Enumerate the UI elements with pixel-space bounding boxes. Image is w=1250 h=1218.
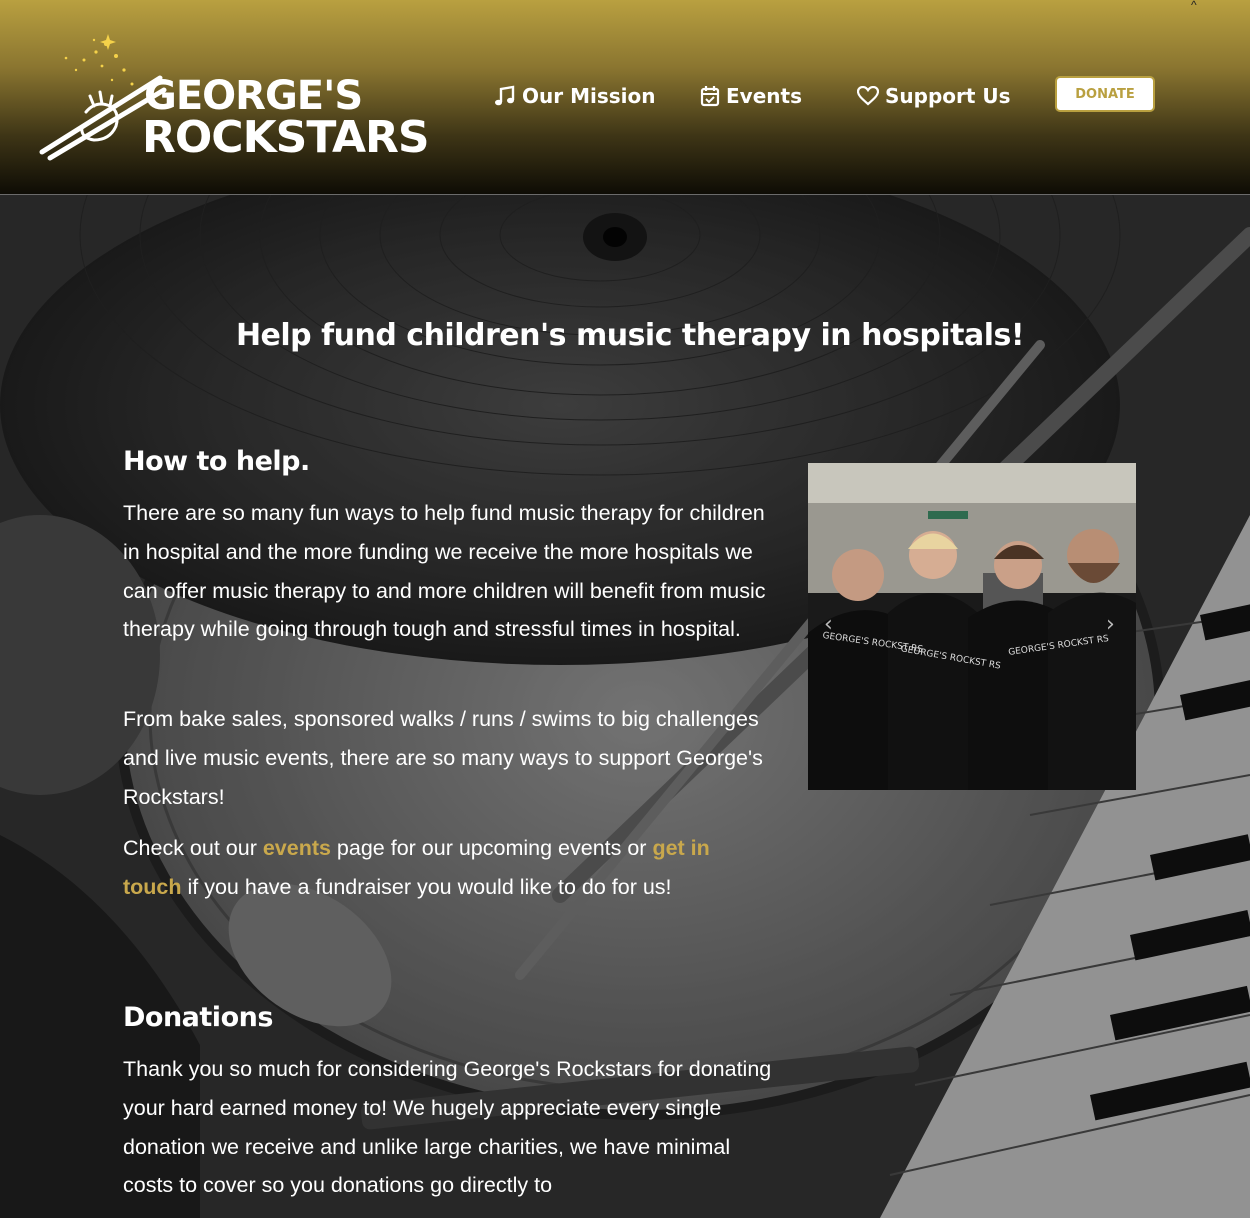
carousel-photo [808,463,1136,790]
donations-paragraph: Thank you so much for considering George… [123,1057,772,1198]
logo-text-line1: GEORGE'S [144,73,363,119]
donations-heading: Donations [123,1002,273,1033]
site-header: ^ GEORGE'S ROCKSTARS Our Mission Events … [0,0,1250,195]
site-logo[interactable]: GEORGE'S ROCKSTARS [36,34,430,164]
nav-support-us-label: Support Us [885,84,1011,108]
nav-events[interactable]: Events [700,82,802,110]
para3-text-middle: page for our upcoming events or [330,836,653,860]
how-to-help-paragraph-2: From bake sales, sponsored walks / runs … [123,707,763,809]
how-to-help-paragraph-3: Check out our events page for our upcomi… [123,829,763,907]
events-link[interactable]: events [263,836,331,860]
how-to-help-paragraph-1: There are so many fun ways to help fund … [123,501,766,642]
hero-title: Help fund children's music therapy in ho… [235,318,1025,353]
nav-our-mission[interactable]: Our Mission [494,82,655,110]
nav-support-us[interactable]: Support Us [857,82,1011,110]
how-to-help-heading: How to help. [123,446,310,477]
nav-our-mission-label: Our Mission [522,84,656,108]
donate-button[interactable]: DONATE [1055,76,1155,112]
nav-events-label: Events [726,84,802,108]
music-note-icon [495,85,515,106]
calendar-check-icon [700,86,720,107]
heart-icon [857,86,879,106]
photo-carousel[interactable]: GEORGE'S ROCKST RS GEORGE'S ROCKST RS GE… [808,463,1136,790]
para3-text-after: if you have a fundraiser you would like … [181,874,672,899]
chevron-left-icon[interactable]: ‹ [824,612,833,637]
scroll-up-caret[interactable]: ^ [1191,0,1197,12]
para3-text-before: Check out our [123,836,263,860]
chevron-right-icon[interactable]: › [1106,612,1115,637]
logo-text-line2: ROCKSTARS [142,112,430,163]
